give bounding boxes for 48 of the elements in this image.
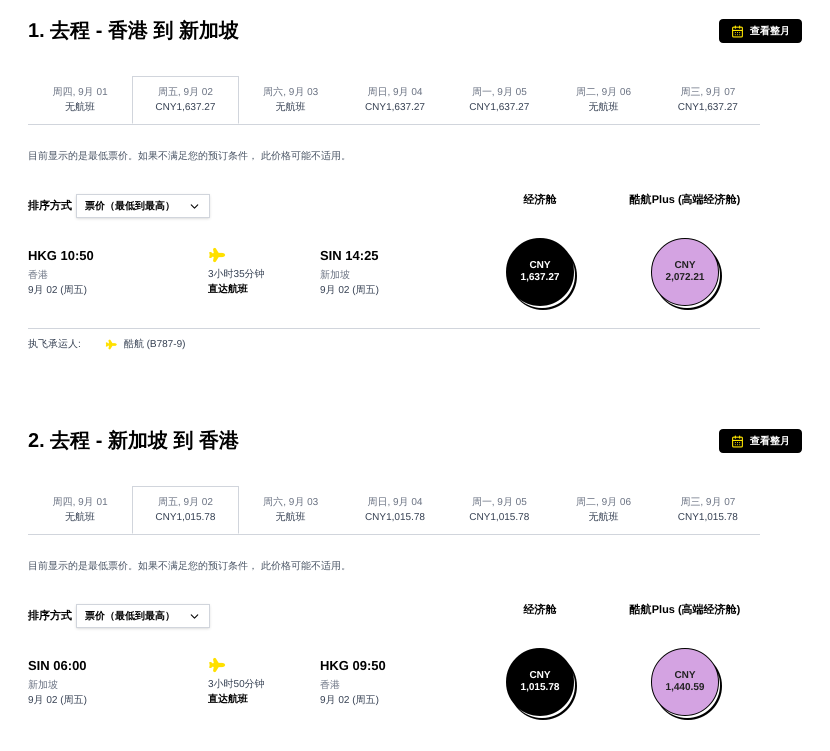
date-tab[interactable]: 周二, 9月 06 无航班 xyxy=(551,486,656,534)
cabin-heading: 酷航Plus (高端经济舱) xyxy=(628,602,742,618)
flight-time: SIN 14:25 xyxy=(320,247,380,266)
date-tab[interactable]: 周三, 9月 07 CNY1,015.78 xyxy=(656,486,760,534)
calendar-icon xyxy=(731,24,744,38)
date-tab[interactable]: 周一, 9月 05 CNY1,015.78 xyxy=(447,486,552,534)
cabin-heading: 酷航Plus (高端经济舱) xyxy=(628,192,742,208)
sort-select[interactable]: 票价（最低到最高） xyxy=(76,604,210,628)
city-name: 新加坡 xyxy=(320,268,351,283)
date-tab[interactable]: 周五, 9月 02 CNY1,637.27 xyxy=(132,76,239,124)
sort-label: 排序方式 xyxy=(28,198,72,214)
flight-type: 直达航班 xyxy=(208,282,249,297)
date-tab[interactable]: 周三, 9月 07 CNY1,637.27 xyxy=(656,76,760,124)
view-month-button[interactable]: 查看整月 xyxy=(719,19,802,43)
section-title: 2. 去程 - 新加坡 到 香港 xyxy=(28,428,240,454)
carrier-label: 执飞承运人: xyxy=(28,338,81,352)
view-month-button[interactable]: 查看整月 xyxy=(719,429,802,453)
flight-time: HKG 10:50 xyxy=(28,247,95,266)
calendar-icon xyxy=(731,434,744,448)
city-name: 香港 xyxy=(28,268,49,283)
section-title: 1. 去程 - 香港 到 新加坡 xyxy=(28,18,240,44)
carrier-name: 酷航 (B787-9) xyxy=(124,338,186,352)
flight-date: 9月 02 (周五) xyxy=(28,284,88,298)
cabin-heading: 经济舱 xyxy=(522,602,558,618)
flight-type: 直达航班 xyxy=(208,692,249,707)
date-tab[interactable]: 周四, 9月 01 无航班 xyxy=(28,486,132,534)
sort-select[interactable]: 票价（最低到最高） xyxy=(76,194,210,218)
flight-date: 9月 02 (周五) xyxy=(28,694,88,708)
flight-time: HKG 09:50 xyxy=(320,657,387,676)
cabin-heading: 经济舱 xyxy=(522,192,558,208)
date-tab[interactable]: 周日, 9月 04 CNY1,637.27 xyxy=(342,76,448,124)
date-tab[interactable]: 周六, 9月 03 无航班 xyxy=(238,486,343,534)
date-tab[interactable]: 周二, 9月 06 无航班 xyxy=(551,76,656,124)
flight-date: 9月 02 (周五) xyxy=(320,284,380,298)
date-tab[interactable]: 周日, 9月 04 CNY1,015.78 xyxy=(342,486,448,534)
flight-duration: 3小时50分钟 xyxy=(208,678,266,692)
city-name: 香港 xyxy=(320,678,341,693)
price-note: 目前显示的是最低票价。如果不满足您的预订条件， 此价格可能不适用。 xyxy=(28,150,352,164)
date-tab[interactable]: 周六, 9月 03 无航班 xyxy=(238,76,343,124)
sort-label: 排序方式 xyxy=(28,608,72,624)
date-tab[interactable]: 周一, 9月 05 CNY1,637.27 xyxy=(447,76,552,124)
flight-time: SIN 06:00 xyxy=(28,657,88,676)
flight-date: 9月 02 (周五) xyxy=(320,694,380,708)
date-tab[interactable]: 周四, 9月 01 无航班 xyxy=(28,76,132,124)
price-note: 目前显示的是最低票价。如果不满足您的预订条件， 此价格可能不适用。 xyxy=(28,560,352,574)
flight-duration: 3小时35分钟 xyxy=(208,268,266,282)
city-name: 新加坡 xyxy=(28,678,59,693)
date-tab[interactable]: 周五, 9月 02 CNY1,015.78 xyxy=(132,486,239,534)
